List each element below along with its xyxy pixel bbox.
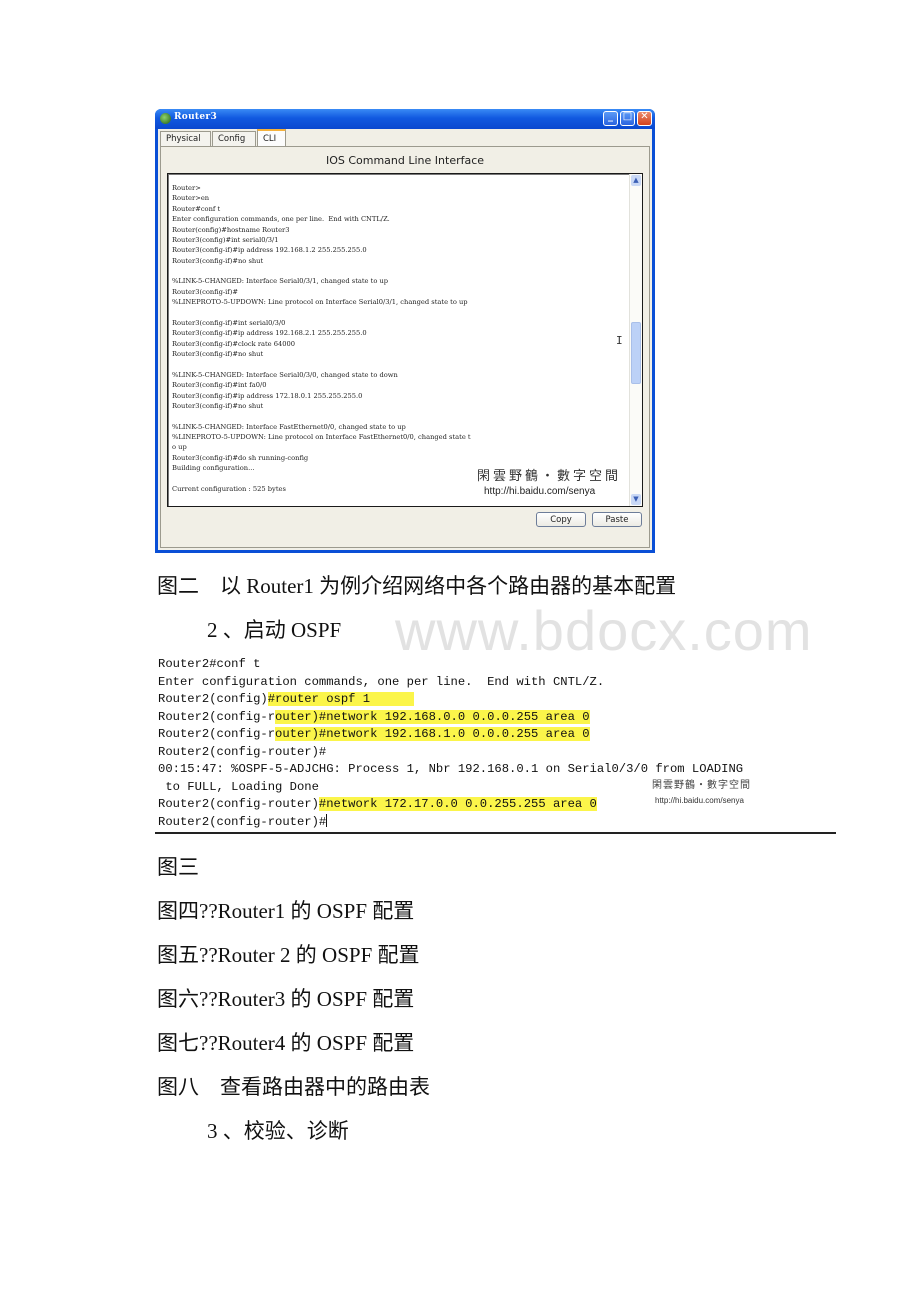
terminal-scrollbar[interactable]: ▲ ▼ (629, 174, 642, 506)
ospf-line-text: Router2(config) (158, 692, 268, 706)
ospf-terminal-line: Router2(config-router)#network 192.168.0… (158, 709, 590, 727)
text-cursor-icon: I (616, 334, 623, 347)
terminal-line: Router3(config-if)#int fa0/0 (172, 381, 267, 390)
ospf-terminal-screenshot: Router2#conf t Enter configuration comman… (155, 656, 836, 834)
ospf-line-text: to FULL, Loading Done (158, 779, 319, 794)
terminal-line: Router3(config-if)#int serial0/3/0 (172, 318, 286, 327)
terminal-line: Router#conf t (172, 204, 221, 213)
terminal-line: Router3(config-if)#ip address 192.168.2.… (172, 329, 367, 338)
ospf-line-text: Router2(config-r (158, 727, 276, 741)
terminal-line: Router3(config-if)#no shut (172, 401, 264, 410)
site-watermark: www.bdocx.com (395, 599, 813, 662)
tab-cli[interactable]: CLI (257, 129, 286, 147)
terminal-line: %LINK-5-CHANGED: Interface Serial0/3/1, … (172, 277, 389, 286)
text-caret (326, 813, 328, 827)
terminal-line: Enter configuration commands, one per li… (172, 215, 390, 224)
ospf-terminal-line: Router2#conf t (158, 656, 260, 674)
ospf-line-text: Router2#conf t (158, 657, 261, 671)
tab-physical[interactable]: Physical (160, 131, 211, 146)
terminal-line: Router3(config-if)#ip address 192.168.1.… (172, 246, 367, 255)
terminal-line: o up (172, 443, 187, 452)
window-client-area: Physical Config CLI IOS Command Line Int… (158, 129, 652, 550)
terminal-line: %LINK-5-CHANGED: Interface FastEthernet0… (172, 422, 406, 431)
scroll-down-arrow-icon[interactable]: ▼ (631, 494, 641, 505)
terminal-line: %LINEPROTO-5-UPDOWN: Line protocol on In… (172, 298, 468, 307)
terminal-line: Router>en (172, 194, 210, 203)
terminal-line: Router3(config-if)#no shut (172, 256, 264, 265)
caption-figure-6: 图六??Router3 的 OSPF 配置 (157, 987, 415, 1011)
ospf-terminal-line: Enter configuration commands, one per li… (158, 674, 604, 692)
ospf-line-text: Enter configuration commands, one per li… (158, 674, 605, 689)
ospf-terminal-line: Router2(config)#router ospf 1 (158, 691, 414, 709)
close-button[interactable]: ✕ (637, 111, 652, 126)
ospf-watermark-chinese: 閑雲野鶴・數字空間 (652, 780, 751, 791)
ospf-terminal-line: Router2(config-router)# (158, 744, 326, 762)
ospf-highlighted-command: outer)#network 192.168.1.0 0.0.0.255 are… (275, 727, 590, 741)
ospf-terminal-line: Router2(config-router)#network 172.17.0.… (158, 796, 597, 814)
ospf-line-text: Router2(config-router)# (158, 814, 327, 829)
terminal-line: Router3(config)#int serial0/3/1 (172, 235, 279, 244)
copy-button[interactable]: Copy (536, 512, 586, 527)
minimize-icon: _ (608, 111, 613, 122)
window-title: Router3 (174, 112, 218, 122)
terminal-line: %LINK-5-CHANGED: Interface Serial0/3/0, … (172, 370, 398, 379)
caption-figure-5: 图五??Router 2 的 OSPF 配置 (157, 943, 420, 967)
scroll-up-arrow-icon[interactable]: ▲ (631, 175, 641, 186)
watermark-chinese: 閑雲野鶴・數字空間 (477, 469, 622, 484)
maximize-button[interactable]: □ (620, 111, 635, 126)
cli-heading: IOS Command Line Interface (325, 154, 485, 167)
router3-window: Router3 _ □ ✕ Physical Config CLI IOS Co… (155, 109, 655, 553)
caption-figure-7: 图七??Router4 的 OSPF 配置 (157, 1031, 415, 1055)
maximize-icon: □ (622, 111, 633, 122)
scrollbar-thumb[interactable] (631, 322, 641, 385)
terminal-line: Router> (172, 184, 201, 192)
terminal-line: Router3(config-if)#ip address 172.18.0.1… (172, 391, 363, 400)
router-app-icon (160, 113, 171, 124)
caption-figure-3: 图三 (157, 855, 199, 879)
tab-config[interactable]: Config (212, 131, 256, 146)
caption-figure-2: 图二 以 Router1 为例介绍网络中各个路由器的基本配置 (157, 574, 677, 598)
terminal-line: Router3(config-if)# (172, 287, 238, 296)
minimize-button[interactable]: _ (603, 111, 618, 126)
terminal-line: Router3(config-if)#no shut (172, 350, 264, 358)
terminal-line: Router3(config-if)#do sh running-config (172, 453, 309, 462)
ospf-line-text: Router2(config-router) (158, 797, 319, 811)
ospf-line-text: Router2(config-router)# (158, 744, 327, 759)
figure-divider (155, 832, 836, 834)
window-titlebar[interactable]: Router3 _ □ ✕ (155, 109, 655, 129)
caption-figure-8: 图八 查看路由器中的路由表 (157, 1075, 430, 1099)
cli-terminal[interactable]: Router> Router>en Router#conf t Enter confi… (167, 173, 643, 507)
caption-figure-4: 图四??Router1 的 OSPF 配置 (157, 899, 415, 923)
section-heading-3: 3 、校验、诊断 (207, 1119, 349, 1143)
ospf-watermark-url: http://hi.baidu.com/senya (655, 796, 744, 805)
ospf-highlighted-command: #network 172.17.0.0 0.0.255.255 area 0 (318, 797, 597, 811)
close-icon: ✕ (640, 111, 649, 122)
ospf-line-text: 00:15:47: %OSPF-5-ADJCHG: Process 1, Nbr… (158, 762, 744, 776)
section-heading-2: 2 、启动 OSPF (207, 618, 342, 642)
watermark-url: http://hi.baidu.com/senya (484, 486, 596, 497)
terminal-line: Router3(config-if)#clock rate 64000 (172, 339, 296, 348)
terminal-line: Router(config)#hostname Router3 (172, 225, 290, 234)
terminal-line: %LINEPROTO-5-UPDOWN: Line protocol on In… (172, 433, 471, 441)
ospf-terminal-line: to FULL, Loading Done (158, 779, 319, 797)
ospf-line-text: Router2(config-r (158, 709, 276, 724)
paste-button[interactable]: Paste (592, 512, 642, 527)
ospf-terminal-line: Router2(config-router)# (158, 813, 328, 832)
ospf-highlighted-command: outer)#network 192.168.0.0 0.0.0.255 are… (275, 709, 590, 724)
ospf-highlighted-command: #router ospf 1 (267, 692, 414, 706)
terminal-output: Router> Router>en Router#conf t Enter confi… (172, 183, 622, 494)
ospf-terminal-line: Router2(config-router)#network 192.168.1… (158, 726, 590, 744)
